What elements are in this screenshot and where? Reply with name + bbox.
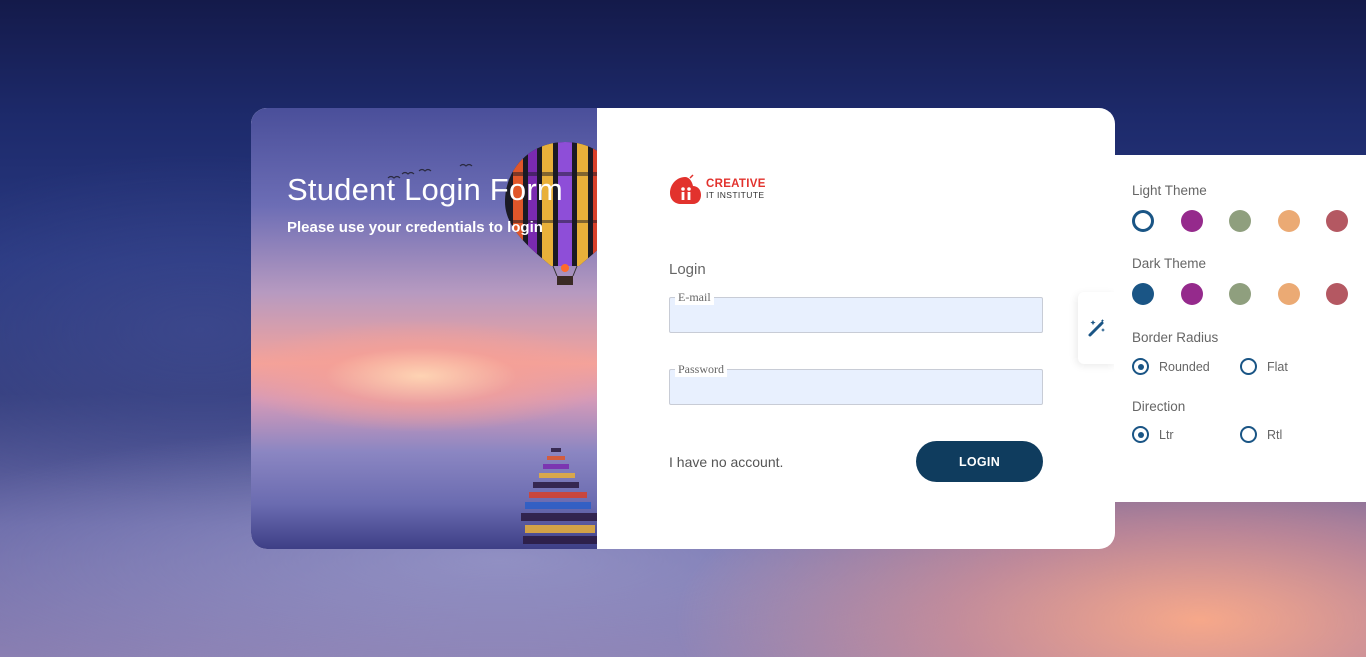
direction-options: Ltr Rtl bbox=[1132, 426, 1348, 443]
light-theme-swatches bbox=[1132, 210, 1366, 232]
light-theme-swatch[interactable] bbox=[1229, 210, 1251, 232]
radio-button[interactable] bbox=[1240, 358, 1257, 375]
hero-subtitle: Please use your credentials to login bbox=[287, 219, 543, 236]
light-theme-swatch[interactable] bbox=[1180, 210, 1203, 232]
hero-image-panel: Student Login Form Please use your crede… bbox=[251, 108, 597, 549]
settings-toggle-button[interactable] bbox=[1078, 292, 1116, 364]
light-theme-swatch[interactable] bbox=[1132, 210, 1154, 232]
dark-theme-swatch[interactable] bbox=[1326, 283, 1348, 305]
login-button[interactable]: LOGIN bbox=[916, 441, 1043, 482]
login-form-panel: CREATIVE IT INSTITUTE Login E-mail Passw… bbox=[597, 108, 1115, 549]
light-theme-swatch[interactable] bbox=[1326, 210, 1348, 232]
dark-theme-swatch[interactable] bbox=[1229, 283, 1251, 305]
dark-theme-swatch[interactable] bbox=[1180, 283, 1203, 305]
magic-wand-icon bbox=[1088, 319, 1105, 337]
dark-theme-title: Dark Theme bbox=[1132, 256, 1207, 271]
border-radius-flat-option[interactable]: Flat bbox=[1240, 358, 1348, 375]
login-card: Student Login Form Please use your crede… bbox=[251, 108, 1115, 549]
no-account-link[interactable]: I have no account. bbox=[669, 454, 783, 470]
dark-theme-swatches bbox=[1132, 283, 1366, 305]
light-theme-title: Light Theme bbox=[1132, 183, 1207, 198]
direction-ltr-label: Ltr bbox=[1159, 427, 1174, 442]
dark-theme-swatch[interactable] bbox=[1132, 283, 1154, 305]
password-field: Password bbox=[669, 362, 1043, 405]
radio-button[interactable] bbox=[1240, 426, 1257, 443]
direction-rtl-label: Rtl bbox=[1267, 427, 1283, 442]
brand-name-line1: CREATIVE bbox=[706, 178, 766, 190]
radio-button[interactable] bbox=[1132, 358, 1149, 375]
hero-title: Student Login Form bbox=[287, 172, 563, 207]
theme-settings-panel: Light Theme Dark Theme Border Radius Rou… bbox=[1114, 155, 1366, 502]
dark-theme-swatch[interactable] bbox=[1277, 283, 1300, 305]
direction-rtl-option[interactable]: Rtl bbox=[1240, 426, 1348, 443]
brand-name-line2: IT INSTITUTE bbox=[706, 190, 765, 200]
email-field: E-mail bbox=[669, 290, 1043, 333]
border-radius-rounded-option[interactable]: Rounded bbox=[1132, 358, 1240, 375]
border-radius-options: Rounded Flat bbox=[1132, 358, 1348, 375]
radio-button[interactable] bbox=[1132, 426, 1149, 443]
password-label: Password bbox=[675, 362, 728, 377]
light-theme-swatch[interactable] bbox=[1277, 210, 1300, 232]
direction-title: Direction bbox=[1132, 399, 1186, 414]
border-radius-title: Border Radius bbox=[1132, 330, 1219, 345]
form-heading: Login bbox=[669, 261, 706, 278]
email-input[interactable] bbox=[670, 298, 1042, 332]
direction-ltr-option[interactable]: Ltr bbox=[1132, 426, 1240, 443]
balloon-reflection-image bbox=[521, 448, 597, 544]
email-label: E-mail bbox=[675, 290, 714, 305]
creative-it-logo-icon bbox=[670, 174, 701, 204]
border-radius-flat-label: Flat bbox=[1267, 359, 1288, 374]
brand-logo: CREATIVE IT INSTITUTE bbox=[669, 174, 766, 206]
border-radius-rounded-label: Rounded bbox=[1159, 359, 1210, 374]
